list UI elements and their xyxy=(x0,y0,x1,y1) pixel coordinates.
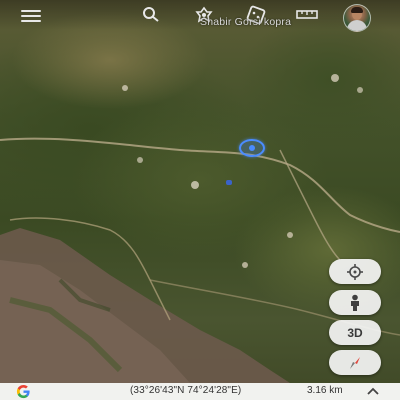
measure-icon[interactable] xyxy=(296,7,318,21)
map-marker xyxy=(226,180,232,185)
street-view-button[interactable] xyxy=(329,290,381,315)
reset-view-button[interactable] xyxy=(329,259,381,284)
top-toolbar: Shabir Gorsi kopra xyxy=(0,0,400,32)
place-label[interactable]: Shabir Gorsi kopra xyxy=(200,16,291,28)
reset-view-icon xyxy=(347,263,363,280)
google-logo-icon xyxy=(16,384,30,399)
avatar-hair xyxy=(351,7,363,13)
three-d-label: 3D xyxy=(347,325,363,340)
scale-distance: 3.16 km xyxy=(307,385,343,396)
account-avatar[interactable] xyxy=(343,4,371,32)
avatar-body xyxy=(347,20,367,31)
toggle-3d-button[interactable]: 3D xyxy=(329,320,381,345)
status-bar: (33°26'43"N 74°24'28"E) 3.16 km xyxy=(0,383,400,400)
coordinates-readout: (33°26'43"N 74°24'28"E) xyxy=(130,385,242,396)
search-icon[interactable] xyxy=(141,6,161,24)
my-location-marker[interactable] xyxy=(239,139,265,157)
menu-icon[interactable] xyxy=(21,10,41,22)
chevron-up-icon[interactable] xyxy=(367,386,379,396)
google-earth-screen: Shabir Gorsi kopra 3D (33°26'43"N 74°24'… xyxy=(0,0,400,400)
pegman-icon xyxy=(351,294,359,311)
compass-icon xyxy=(350,356,360,369)
compass-button[interactable] xyxy=(329,350,381,375)
